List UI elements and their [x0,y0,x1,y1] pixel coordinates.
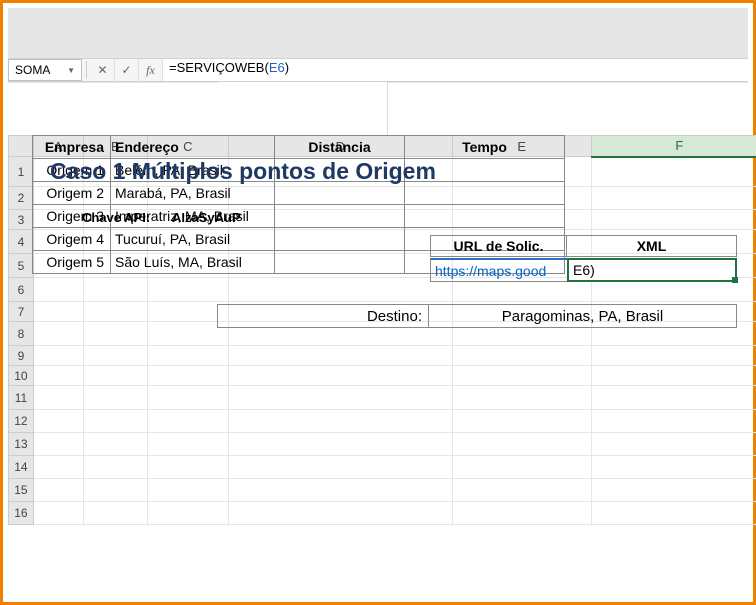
th-endereco[interactable]: Endereço [111,136,275,159]
url-header-cell[interactable]: URL de Solic. [430,235,567,257]
enter-formula-button[interactable]: ✓ [115,59,139,81]
formula-text-suffix: ) [285,60,289,75]
separator [86,61,87,79]
th-empresa[interactable]: Empresa [33,136,111,159]
formula-input[interactable]: =SERVIÇOWEB(E6) [163,59,748,81]
insert-function-button[interactable]: fx [139,59,163,81]
row-header[interactable]: 12 [9,410,34,433]
cell-endereco[interactable]: São Luís, MA, Brasil [111,251,275,274]
row-header[interactable]: 2 [9,187,34,210]
cell-distancia[interactable] [275,205,405,228]
chevron-down-icon: ▼ [67,66,75,75]
ribbon-area: SOMA ▼ ✕ ✓ fx =SERVIÇOWEB(E6) [8,8,748,83]
formula-text-ref: E6 [269,60,285,75]
name-box[interactable]: SOMA ▼ [8,59,82,81]
formula-editor-overflow [218,82,388,137]
row-header[interactable]: 8 [9,322,34,346]
row-header[interactable]: 7 [9,302,34,322]
th-tempo[interactable]: Tempo [405,136,565,159]
row-header[interactable]: 4 [9,230,34,254]
row-header[interactable]: 16 [9,502,34,525]
row-header[interactable]: 15 [9,479,34,502]
row-header[interactable]: 1 [9,157,34,187]
xml-header-cell[interactable]: XML [567,235,737,257]
row-header[interactable]: 11 [9,386,34,410]
api-key-label: Chave API: [82,210,150,225]
cell-endereco[interactable]: Tucuruí, PA, Brasil [111,228,275,251]
cell-distancia[interactable] [275,228,405,251]
th-distancia[interactable]: Distancia [275,136,405,159]
formula-bar: SOMA ▼ ✕ ✓ fx =SERVIÇOWEB(E6) [8,58,748,82]
active-cell[interactable]: E6) [567,258,737,282]
destination-label-cell[interactable]: Destino: [217,304,429,328]
select-all-corner[interactable] [9,136,34,157]
cancel-formula-button[interactable]: ✕ [91,59,115,81]
row-header[interactable]: 10 [9,366,34,386]
row-header[interactable]: 3 [9,210,34,230]
page-title: Caso 1 Múltiplos pontos de Origem [50,158,436,185]
formula-text-prefix: =SERVIÇOWEB( [169,60,269,75]
name-box-value: SOMA [15,63,50,77]
destination-value-cell[interactable]: Paragominas, PA, Brasil [429,304,737,328]
row-header[interactable]: 13 [9,433,34,456]
cell-tempo[interactable] [405,205,565,228]
row-header[interactable]: 5 [9,254,34,278]
url-value-cell[interactable]: https://maps.good [430,258,567,282]
cell-distancia[interactable] [275,251,405,274]
excel-window: SOMA ▼ ✕ ✓ fx =SERVIÇOWEB(E6) A [8,8,748,597]
cell-empresa[interactable]: Origem 4 [33,228,111,251]
api-key-value: AIzaSyAuP [172,210,241,225]
row-header[interactable]: 6 [9,278,34,302]
row-header[interactable]: 14 [9,456,34,479]
cell-content-layer: Caso 1 Múltiplos pontos de Origem Chave … [32,135,756,597]
cell-empresa[interactable]: Origem 5 [33,251,111,274]
row-header[interactable]: 9 [9,346,34,366]
worksheet-grid[interactable]: A B C D E F 12345678910111213141516 Caso… [8,135,756,597]
